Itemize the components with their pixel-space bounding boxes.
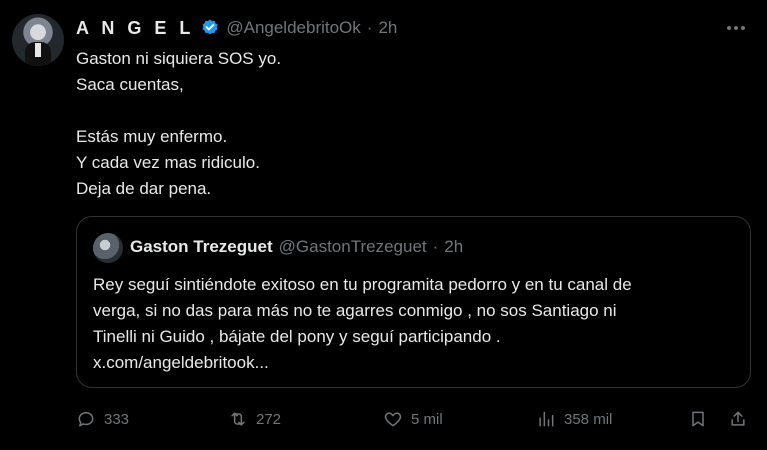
tweet-time[interactable]: 2h (378, 18, 397, 38)
repost-button[interactable]: 272 (228, 404, 281, 434)
quoted-tweet[interactable]: Gaston Trezeguet @GastonTrezeguet · 2h R… (76, 216, 751, 388)
tweet-text-line: Y cada vez mas ridiculo. (76, 153, 260, 172)
tweet-text-line (76, 98, 736, 124)
verified-badge-icon (202, 19, 218, 35)
author-avatar[interactable] (12, 14, 64, 66)
bookmark-button[interactable] (688, 404, 708, 434)
reply-count: 333 (104, 410, 130, 428)
author-name[interactable]: A N G E L (76, 18, 194, 39)
views-icon (539, 411, 554, 427)
quoted-author-handle[interactable]: @GastonTrezeguet (279, 237, 427, 257)
quoted-text-line: Rey seguí sintiéndote exitoso en tu prog… (93, 275, 632, 294)
quoted-text-line: verga, si no das para más no te agarres … (93, 301, 617, 320)
tweet-header: A N G E L @AngeldebritoOk · 2h (76, 16, 397, 40)
quoted-text-line: Tinelli ni Guido , bájate del pony y seg… (93, 327, 501, 346)
quoted-author-name[interactable]: Gaston Trezeguet (130, 237, 273, 257)
like-button[interactable]: 5 mil (383, 404, 443, 434)
like-count: 5 mil (411, 410, 443, 428)
more-dot (734, 26, 738, 30)
views-count: 358 mil (564, 410, 613, 428)
quoted-link-line[interactable]: x.com/angeldebritook... (93, 350, 743, 376)
author-handle[interactable]: @AngeldebritoOk (226, 18, 360, 38)
repost-count: 272 (256, 410, 282, 428)
more-dot (727, 26, 731, 30)
tweet-text-line: Gaston ni siquiera SOS yo. (76, 49, 282, 68)
quoted-header-separator: · (432, 237, 439, 256)
reply-icon (78, 412, 94, 427)
tweet-actions: 333 272 5 mil 358 mil (76, 404, 756, 434)
quoted-author-avatar[interactable] (93, 233, 123, 263)
views-button[interactable]: 358 mil (536, 404, 612, 434)
bookmark-icon (692, 411, 704, 427)
repost-icon (231, 412, 245, 426)
header-separator: · (366, 18, 373, 37)
tweet-text-line: Saca cuentas, (76, 75, 184, 94)
quoted-tweet-header: Gaston Trezeguet @GastonTrezeguet · 2h (130, 237, 463, 257)
tweet-text-line: Deja de dar pena. (76, 179, 212, 198)
share-button[interactable] (728, 404, 748, 434)
tweet-text: Gaston ni siquiera SOS yo. Saca cuentas,… (76, 46, 736, 202)
tweet[interactable]: A N G E L @AngeldebritoOk · 2h Gaston ni… (0, 0, 767, 450)
tweet-text-line: Estás muy enfermo. (76, 127, 228, 146)
like-icon (384, 412, 402, 427)
reply-button[interactable]: 333 (76, 404, 129, 434)
quoted-tweet-time[interactable]: 2h (444, 237, 463, 257)
avatar-shirt (35, 43, 41, 57)
more-icon[interactable] (725, 18, 747, 38)
more-dot (741, 26, 745, 30)
quoted-tweet-text: Rey seguí sintiéndote exitoso en tu prog… (93, 272, 743, 376)
share-icon (731, 411, 745, 426)
